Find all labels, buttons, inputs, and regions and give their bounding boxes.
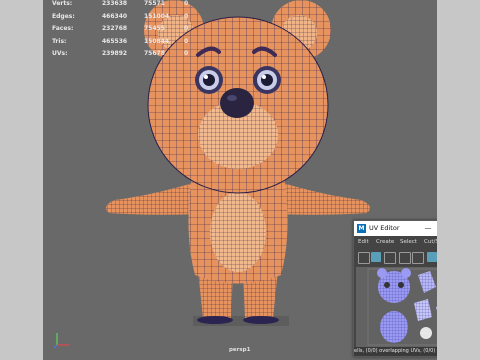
menu-cut-sew[interactable]: Cut/Sew <box>424 236 437 248</box>
minimize-button[interactable]: — <box>421 222 435 235</box>
maya-logo-icon: M <box>357 224 366 233</box>
hud-value: 75678 <box>144 50 165 57</box>
menu-create[interactable]: Create <box>376 236 394 248</box>
nose <box>220 88 254 118</box>
hud-row-verts: Verts: 233638 75571 0 <box>52 0 192 11</box>
uv-shell-parts <box>414 271 437 339</box>
eye-right <box>253 66 281 94</box>
uv-menubar: Edit Create Select Cut/Sew <box>354 236 437 248</box>
uv-status-line: ells, (0/0) overlapping UVs, (0/0) rever… <box>354 347 437 356</box>
hud-row-uvs: UVs: 239892 75678 0 <box>52 48 192 61</box>
hud-value: 233638 <box>102 0 128 7</box>
hud-value: 0 <box>184 0 189 7</box>
tool-frame-icon[interactable] <box>399 252 411 264</box>
tool-move-icon[interactable] <box>358 252 370 264</box>
camera-label: persp1 <box>229 347 251 353</box>
tool-grid-icon[interactable] <box>384 252 396 264</box>
uv-editor-titlebar[interactable]: M UV Editor — ☐ ✕ <box>354 221 437 236</box>
hud-value: 239892 <box>102 50 128 57</box>
hud-row-edges: Edges: 466340 151004 0 <box>52 11 192 24</box>
uv-shell-body <box>380 311 408 343</box>
tool-uv-grid-icon[interactable] <box>427 252 437 262</box>
hud-row-faces: Faces: 232768 75455 0 <box>52 23 192 36</box>
hud-row-tris: Tris: 465536 150844 0 <box>52 36 192 49</box>
hud-value: 75571 <box>144 0 165 7</box>
hud-value: 465536 <box>102 37 128 45</box>
hud-value: 0 <box>184 37 189 45</box>
hud-value: 232768 <box>102 25 128 32</box>
tool-checker-icon[interactable] <box>412 252 424 264</box>
hud-value: 0 <box>184 50 189 57</box>
uv-toolbar <box>354 249 437 266</box>
hud-label: Tris: <box>52 37 67 45</box>
hud-value: 75455 <box>144 25 165 32</box>
hud-value: 151004 <box>144 12 170 20</box>
hud-label: Edges: <box>52 12 75 20</box>
uv-shell-head <box>377 268 411 303</box>
uv-editor-window[interactable]: M UV Editor — ☐ ✕ Edit Create Select Cut… <box>353 220 437 357</box>
hud-value: 0 <box>184 25 189 32</box>
outer-panel-left <box>0 0 43 360</box>
outer-panel-right <box>437 0 480 360</box>
axis-gizmo-icon <box>53 333 69 349</box>
menu-edit[interactable]: Edit <box>358 236 369 248</box>
hud-value: 0 <box>184 12 189 20</box>
hud-label: Verts: <box>52 0 73 7</box>
window-title: UV Editor <box>369 224 400 232</box>
menu-select[interactable]: Select <box>400 236 417 248</box>
hud-label: UVs: <box>52 50 68 57</box>
perspective-viewport[interactable]: Verts: 233638 75571 0 Edges: 466340 1510… <box>43 0 437 360</box>
tool-shaded-icon[interactable] <box>371 252 381 262</box>
hud-value: 466340 <box>102 12 128 20</box>
eye-left <box>195 66 223 94</box>
uv-canvas[interactable] <box>356 267 437 347</box>
poly-count-hud: Verts: 233638 75571 0 Edges: 466340 1510… <box>52 0 192 61</box>
hud-label: Faces: <box>52 25 74 32</box>
hud-value: 150844 <box>144 37 170 45</box>
